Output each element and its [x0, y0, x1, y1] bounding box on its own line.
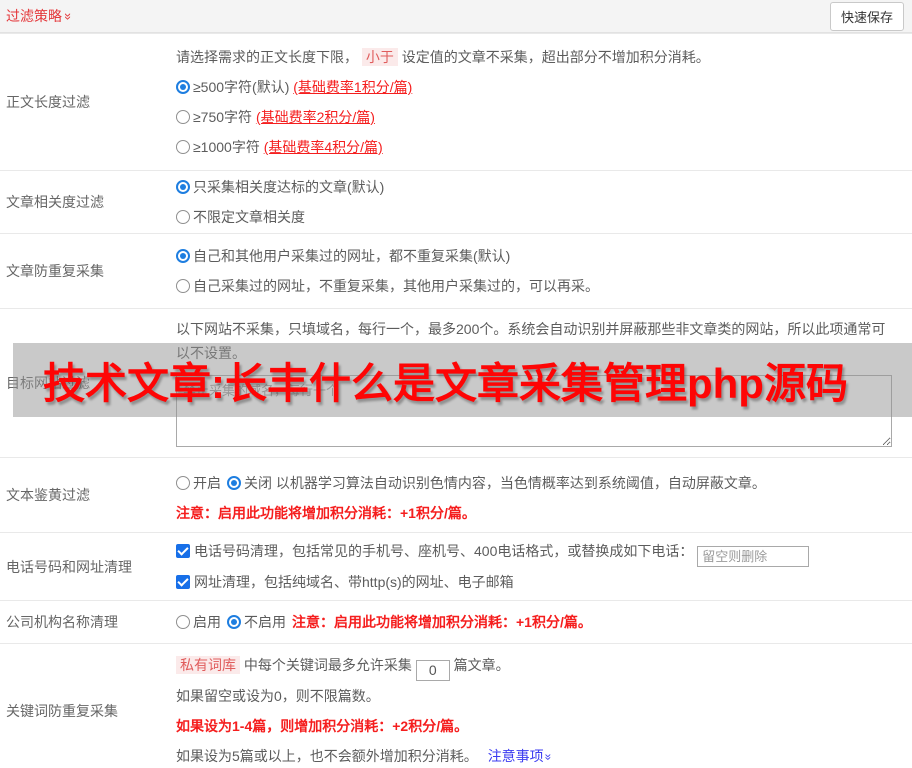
keyword-limit-input[interactable] — [415, 659, 450, 681]
row-label: 正文长度过滤 — [6, 94, 90, 110]
relevance-option-1: 只采集相关度达标的文章(默认) — [176, 172, 912, 202]
radio-500-checked[interactable] — [176, 80, 190, 94]
row-site-filter: 目标网站过滤 以下网站不采集，只填域名，每行一个，最多200个。系统会自动识别并… — [0, 308, 912, 457]
option-label[interactable]: ≥750字符 — [193, 109, 256, 125]
row-content: 启用 不启用 注意：启用此功能将增加积分消耗：+1积分/篇。 — [176, 601, 912, 643]
keyword-note-five: 如果设为5篇或以上，也不会额外增加积分消耗。 注意事项» — [176, 741, 912, 768]
option-fee-note: (基础费率4积分/篇) — [263, 139, 383, 155]
private-lexicon-highlight: 私有词库 — [176, 656, 240, 674]
row-content: 以下网站不采集，只填域名，每行一个，最多200个。系统会自动识别并屏蔽那些非文章… — [176, 309, 912, 457]
option-label[interactable]: 不启用 — [244, 614, 286, 630]
row-content: 只采集相关度达标的文章(默认) 不限定文章相关度 — [176, 171, 912, 233]
length-filter-intro: 请选择需求的正文长度下限， 小于 设定值的文章不采集，超出部分不增加积分消耗。 — [176, 42, 912, 72]
option-label[interactable]: 不限定文章相关度 — [193, 209, 305, 225]
radio-1000[interactable] — [176, 140, 190, 154]
relevance-option-2: 不限定文章相关度 — [176, 202, 912, 232]
porn-filter-options: 开启 关闭 以机器学习算法自动识别色情内容，当色情概率达到系统阈值，自动屏蔽文章。 — [176, 468, 912, 498]
chevron-down-icon: » — [61, 12, 77, 20]
checkbox-label[interactable]: 电话号码清理，包括常见的手机号、座机号、400电话格式，或替换成如下电话： — [194, 543, 693, 559]
row-content: 自己和其他用户采集过的网址，都不重复采集(默认) 自己采集过的网址，不重复采集，… — [176, 234, 912, 308]
row-label: 电话号码和网址清理 — [6, 558, 132, 575]
row-content: 电话号码清理，包括常见的手机号、座机号、400电话格式，或替换成如下电话： 网址… — [176, 533, 912, 600]
replacement-phone-input[interactable] — [697, 546, 810, 567]
quick-save-button[interactable]: 快速保存 — [829, 1, 904, 31]
radio-relevance-any[interactable] — [176, 210, 190, 224]
checkbox-phone-clean-checked[interactable] — [176, 544, 190, 558]
filter-strategy-page: 过滤策略 » 快速保存 正文长度过滤 请选择需求的正文长度下限， 小于 设定值的… — [0, 0, 912, 768]
radio-company-on[interactable] — [176, 615, 190, 629]
section-title-filter-strategy[interactable]: 过滤策略 » — [6, 6, 76, 26]
keyword-note-zero: 如果留空或设为0，则不限篇数。 — [176, 687, 380, 704]
row-relevance-filter: 文章相关度过滤 只采集相关度达标的文章(默认) 不限定文章相关度 — [0, 170, 912, 233]
option-label[interactable]: 关闭 — [244, 475, 272, 491]
radio-company-off-checked[interactable] — [227, 615, 241, 629]
intro-highlight: 小于 — [361, 48, 398, 66]
porn-filter-desc: 以机器学习算法自动识别色情内容，当色情概率达到系统阈值，自动屏蔽文章。 — [272, 475, 766, 491]
option-fee-note: (基础费率1积分/篇) — [293, 79, 413, 95]
porn-filter-fee-note: 注意：启用此功能将增加积分消耗：+1积分/篇。 — [176, 505, 476, 521]
row-content: 私有词库 中每个关键词最多允许采集 篇文章。 如果留空或设为0，则不限篇数。 如… — [176, 644, 912, 768]
note-text: 如果设为5篇或以上，也不会额外增加积分消耗。 — [176, 747, 478, 764]
option-label[interactable]: 开启 — [193, 475, 221, 491]
radio-relevance-strict-checked[interactable] — [176, 180, 190, 194]
option-label[interactable]: 自己采集过的网址，不重复采集，其他用户采集过的，可以再采。 — [193, 278, 599, 294]
checkbox-label[interactable]: 网址清理，包括纯域名、带http(s)的网址、电子邮箱 — [194, 574, 514, 590]
dedup-option-2: 自己采集过的网址，不重复采集，其他用户采集过的，可以再采。 — [176, 271, 912, 301]
option-label[interactable]: 启用 — [193, 614, 221, 630]
row-label: 文章相关度过滤 — [6, 194, 104, 210]
company-clean-options: 启用 不启用 注意：启用此功能将增加积分消耗：+1积分/篇。 — [176, 607, 912, 637]
length-option-750: ≥750字符 (基础费率2积分/篇) — [176, 102, 912, 132]
keyword-fee-note: 如果设为1-4篇，则增加积分消耗：+2积分/篇。 — [176, 717, 469, 734]
option-label[interactable]: 只采集相关度达标的文章(默认) — [193, 179, 384, 195]
row-content: 请选择需求的正文长度下限， 小于 设定值的文章不采集，超出部分不增加积分消耗。 … — [176, 34, 912, 170]
chevron-down-icon: » — [541, 753, 556, 760]
radio-750[interactable] — [176, 110, 190, 124]
intro-text-post: 设定值的文章不采集，超出部分不增加积分消耗。 — [397, 49, 710, 65]
row-keyword-dedup: 关键词防重复采集 私有词库 中每个关键词最多允许采集 篇文章。 如果留空或设为0… — [0, 643, 912, 768]
radio-dedup-own[interactable] — [176, 279, 190, 293]
radio-dedup-global-checked[interactable] — [176, 249, 190, 263]
phone-clean-line: 电话号码清理，包括常见的手机号、座机号、400电话格式，或替换成如下电话： — [176, 536, 912, 567]
row-label: 公司机构名称清理 — [6, 614, 118, 630]
company-clean-fee-note: 注意：启用此功能将增加积分消耗：+1积分/篇。 — [292, 614, 592, 630]
row-content: 开启 关闭 以机器学习算法自动识别色情内容，当色情概率达到系统阈值，自动屏蔽文章。… — [176, 458, 912, 532]
row-phone-url-clean: 电话号码和网址清理 电话号码清理，包括常见的手机号、座机号、400电话格式，或替… — [0, 532, 912, 600]
url-clean-line: 网址清理，包括纯域名、带http(s)的网址、电子邮箱 — [176, 567, 912, 597]
limit-text: 中每个关键词最多允许采集 — [240, 657, 412, 673]
site-filter-desc: 以下网站不采集，只填域名，每行一个，最多200个。系统会自动识别并屏蔽那些非文章… — [176, 321, 886, 361]
row-dedup-filter: 文章防重复采集 自己和其他用户采集过的网址，都不重复采集(默认) 自己采集过的网… — [0, 233, 912, 308]
row-company-clean: 公司机构名称清理 启用 不启用 注意：启用此功能将增加积分消耗：+1积分/篇。 — [0, 600, 912, 643]
row-label: 文章防重复采集 — [6, 263, 104, 279]
row-label: 目标网站过滤 — [6, 375, 90, 391]
length-option-500: ≥500字符(默认) (基础费率1积分/篇) — [176, 72, 912, 102]
row-label: 关键词防重复采集 — [6, 702, 118, 719]
checkbox-url-clean-checked[interactable] — [176, 575, 190, 589]
intro-text-pre: 请选择需求的正文长度下限， — [176, 49, 362, 65]
row-porn-filter: 文本鉴黄过滤 开启 关闭 以机器学习算法自动识别色情内容，当色情概率达到系统阈值，… — [0, 457, 912, 532]
option-fee-note: (基础费率2积分/篇) — [255, 109, 375, 125]
keyword-limit-line: 私有词库 中每个关键词最多允许采集 篇文章。 — [176, 650, 912, 681]
option-label[interactable]: 自己和其他用户采集过的网址，都不重复采集(默认) — [193, 248, 510, 264]
page-title: 过滤策略 — [6, 8, 62, 24]
row-label: 文本鉴黄过滤 — [6, 487, 90, 503]
radio-porn-off-checked[interactable] — [227, 476, 241, 490]
blocked-domains-textarea[interactable] — [176, 375, 892, 447]
option-label[interactable]: ≥500字符(默认) — [193, 79, 293, 95]
topbar: 过滤策略 » 快速保存 — [0, 0, 912, 33]
radio-porn-on[interactable] — [176, 476, 190, 490]
limit-text-post: 篇文章。 — [453, 657, 510, 673]
dedup-option-1: 自己和其他用户采集过的网址，都不重复采集(默认) — [176, 241, 912, 271]
option-label[interactable]: ≥1000字符 — [193, 139, 264, 155]
length-option-1000: ≥1000字符 (基础费率4积分/篇) — [176, 132, 912, 162]
row-length-filter: 正文长度过滤 请选择需求的正文长度下限， 小于 设定值的文章不采集，超出部分不增… — [0, 33, 912, 170]
notes-link[interactable]: 注意事项» — [488, 748, 555, 764]
